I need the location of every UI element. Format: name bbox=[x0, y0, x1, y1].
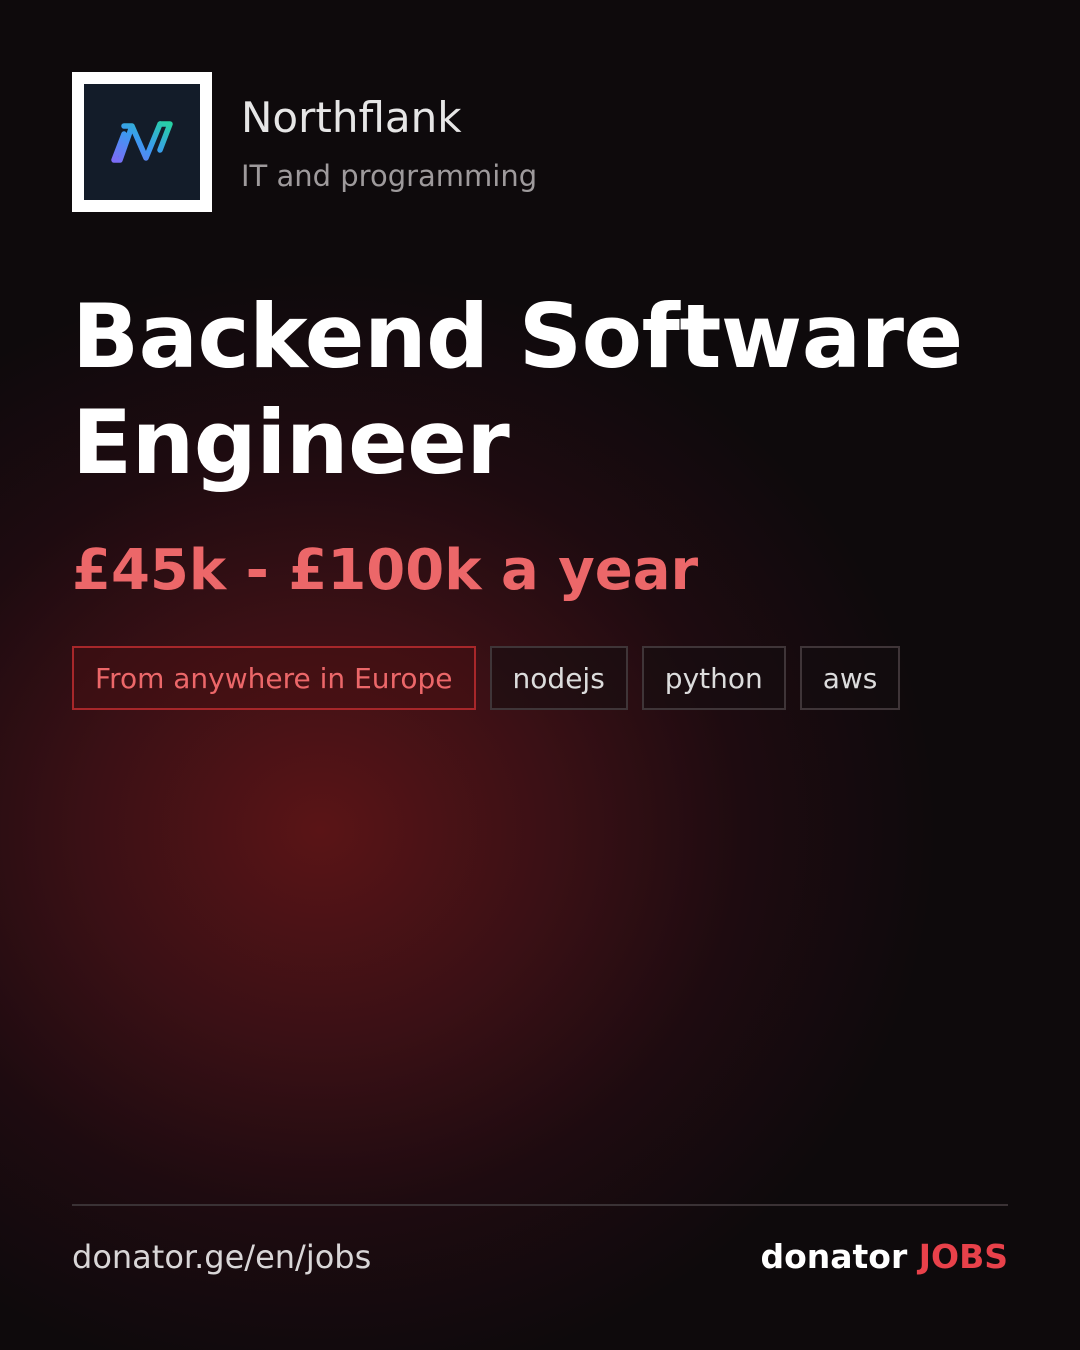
northflank-logo-icon bbox=[111, 121, 173, 163]
brand-logo[interactable]: donator JOBS bbox=[760, 1235, 1008, 1279]
tag-list: From anywhere in Europe nodejs python aw… bbox=[72, 646, 901, 710]
footer-divider bbox=[72, 1204, 1008, 1206]
skill-tag-nodejs[interactable]: nodejs bbox=[489, 646, 628, 710]
company-category: IT and programming bbox=[241, 159, 538, 193]
footer-url[interactable]: donator.ge/en/jobs bbox=[72, 1235, 371, 1279]
company-logo bbox=[72, 72, 212, 212]
skill-tag-aws[interactable]: aws bbox=[799, 646, 901, 710]
brand-name: donator bbox=[760, 1237, 908, 1276]
company-name: Northflank bbox=[241, 93, 462, 142]
logo-background bbox=[84, 84, 200, 200]
location-tag[interactable]: From anywhere in Europe bbox=[72, 646, 476, 710]
skill-tag-python[interactable]: python bbox=[641, 646, 786, 710]
salary-range: £45k - £100k a year bbox=[72, 538, 699, 603]
job-title: Backend Software Engineer bbox=[72, 285, 963, 494]
brand-jobs-label: JOBS bbox=[918, 1237, 1008, 1276]
